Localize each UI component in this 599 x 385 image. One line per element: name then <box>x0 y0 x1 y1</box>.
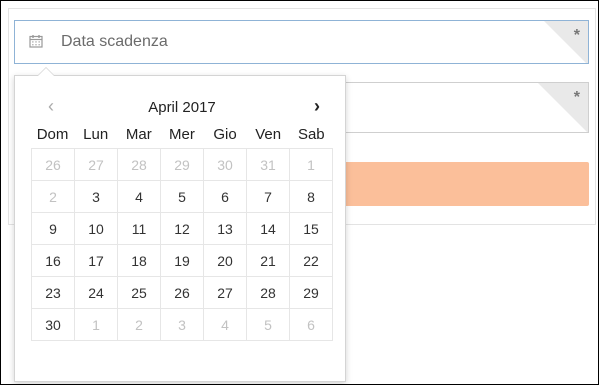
required-asterisk: * <box>573 89 580 106</box>
calendar-day[interactable]: 30 <box>204 149 247 181</box>
calendar-day[interactable]: 4 <box>118 181 161 213</box>
calendar-day[interactable]: 5 <box>161 181 204 213</box>
calendar-day[interactable]: 3 <box>75 181 118 213</box>
required-asterisk: * <box>573 27 580 44</box>
weekday-label: Mar <box>125 126 152 143</box>
next-month-button[interactable]: › <box>305 94 329 118</box>
calendar-day[interactable]: 1 <box>290 149 333 181</box>
calendar-day[interactable]: 28 <box>118 149 161 181</box>
calendar-day[interactable]: 14 <box>247 213 290 245</box>
calendar-day[interactable]: 27 <box>204 277 247 309</box>
calendar-day[interactable]: 4 <box>204 309 247 341</box>
calendar-week: 9 10 11 12 13 14 15 <box>32 213 333 245</box>
calendar-day[interactable]: 8 <box>290 181 333 213</box>
calendar-grid: 26 27 28 29 30 31 1 2 3 4 5 6 7 8 9 10 11 12 13 14 15 16 17 18 1… <box>31 148 333 341</box>
weekday-label: Dom <box>36 126 69 143</box>
calendar-day[interactable]: 17 <box>75 245 118 277</box>
calendar-week: 30 1 2 3 4 5 6 <box>32 309 333 341</box>
calendar-day[interactable]: 19 <box>161 245 204 277</box>
calendar-day[interactable]: 11 <box>118 213 161 245</box>
calendar-day[interactable]: 26 <box>161 277 204 309</box>
calendar-day[interactable]: 23 <box>32 277 75 309</box>
calendar-day[interactable]: 28 <box>247 277 290 309</box>
calendar-day[interactable]: 13 <box>204 213 247 245</box>
calendar-day[interactable]: 21 <box>247 245 290 277</box>
calendar-day[interactable]: 27 <box>75 149 118 181</box>
calendar-week: 16 17 18 19 20 21 22 <box>32 245 333 277</box>
calendar-day[interactable]: 22 <box>290 245 333 277</box>
required-corner <box>538 83 588 132</box>
calendar: ‹ April 2017 › Dom Lun Mar Mer Gio Ven Sab 26 2… <box>31 90 333 341</box>
calendar-day[interactable]: 1 <box>75 309 118 341</box>
calendar-week: 23 24 25 26 27 28 29 <box>32 277 333 309</box>
month-title[interactable]: April 2017 <box>31 99 333 116</box>
calendar-day[interactable]: 6 <box>290 309 333 341</box>
weekday-label: Sab <box>297 126 325 143</box>
calendar-day[interactable]: 20 <box>204 245 247 277</box>
calendar-day[interactable]: 3 <box>161 309 204 341</box>
calendar-day[interactable]: 29 <box>161 149 204 181</box>
due-date-field[interactable]: Data scadenza * <box>14 20 589 64</box>
calendar-day[interactable]: 5 <box>247 309 290 341</box>
page-frame: Data scadenza * * ‹ April 2017 › Dom Lun M… <box>0 0 599 385</box>
weekday-label: Lun <box>83 126 109 143</box>
weekday-label: Mer <box>169 126 195 143</box>
dropdown-arrow-fill <box>38 68 54 76</box>
calendar-header: ‹ April 2017 › <box>31 90 333 122</box>
weekday-header: Dom Lun Mar Mer Gio Ven Sab <box>31 122 333 148</box>
calendar-icon <box>29 35 43 48</box>
calendar-day[interactable]: 18 <box>118 245 161 277</box>
calendar-day[interactable]: 30 <box>32 309 75 341</box>
calendar-week: 26 27 28 29 30 31 1 <box>32 149 333 181</box>
calendar-day[interactable]: 12 <box>161 213 204 245</box>
calendar-day[interactable]: 2 <box>118 309 161 341</box>
weekday-label: Ven <box>255 126 282 143</box>
calendar-day[interactable]: 15 <box>290 213 333 245</box>
calendar-day[interactable]: 25 <box>118 277 161 309</box>
calendar-day[interactable]: 10 <box>75 213 118 245</box>
calendar-day[interactable]: 31 <box>247 149 290 181</box>
calendar-day[interactable]: 26 <box>32 149 75 181</box>
weekday-label: Gio <box>213 126 237 143</box>
due-date-placeholder: Data scadenza <box>61 33 168 50</box>
calendar-day[interactable]: 7 <box>247 181 290 213</box>
calendar-week: 2345678 <box>32 181 333 213</box>
calendar-day[interactable]: 16 <box>32 245 75 277</box>
calendar-day[interactable]: 6 <box>204 181 247 213</box>
calendar-day[interactable]: 9 <box>32 213 75 245</box>
datepicker-dropdown: ‹ April 2017 › Dom Lun Mar Mer Gio Ven Sab 26 2… <box>14 67 346 382</box>
calendar-day[interactable]: 24 <box>75 277 118 309</box>
calendar-day[interactable]: 2 <box>32 181 75 213</box>
calendar-day[interactable]: 29 <box>290 277 333 309</box>
required-corner <box>544 21 588 63</box>
